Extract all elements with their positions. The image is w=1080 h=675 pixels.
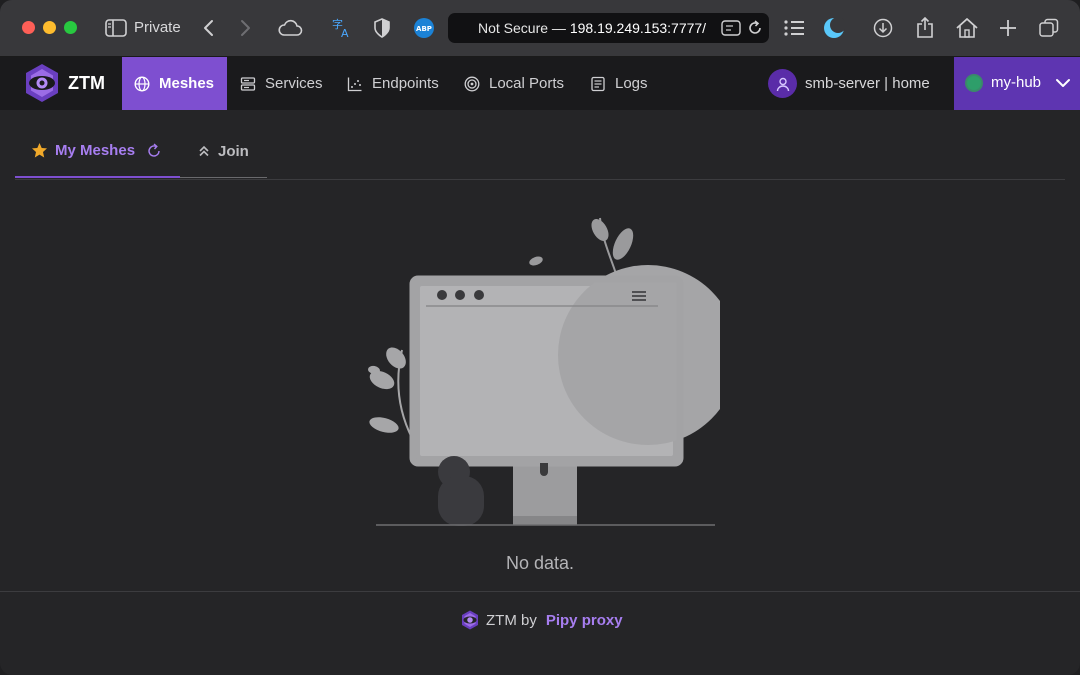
abp-icon[interactable]: ABP — [412, 14, 436, 42]
chevron-down-icon — [1056, 79, 1070, 87]
svg-text:A: A — [341, 27, 349, 39]
footer-prefix: ZTM by — [486, 611, 537, 629]
nav-item-services[interactable]: Services — [228, 57, 335, 110]
pipy-proxy-link[interactable]: Pipy proxy — [546, 612, 623, 629]
address-bar[interactable]: Not Secure — 198.19.249.153:7777/ — [448, 13, 769, 43]
tab-join[interactable]: Join — [180, 125, 267, 178]
browser-window: Private 字A ABP Not Secure — 198.19.249.1… — [0, 0, 1080, 675]
hub-selector[interactable]: my-hub — [954, 57, 1080, 110]
new-tab-icon[interactable] — [998, 14, 1018, 42]
target-icon — [464, 76, 480, 91]
empty-state-illustration — [368, 217, 720, 526]
empty-state-message: No data. — [505, 553, 575, 573]
server-icon — [240, 76, 256, 91]
close-window-button[interactable] — [22, 21, 35, 34]
minimize-window-button[interactable] — [43, 21, 56, 34]
nav-label-endpoints: Endpoints — [372, 75, 439, 92]
nav-item-endpoints[interactable]: Endpoints — [335, 57, 451, 110]
ztm-logo-icon[interactable] — [22, 63, 62, 103]
star-icon — [32, 143, 47, 158]
reload-icon[interactable] — [745, 14, 765, 42]
nav-item-local-ports[interactable]: Local Ports — [452, 57, 576, 110]
reader-icon[interactable] — [720, 14, 742, 42]
document-icon — [591, 76, 605, 91]
share-icon[interactable] — [914, 14, 936, 42]
double-chevron-up-icon — [199, 145, 209, 157]
tabs-icon[interactable] — [1038, 14, 1060, 42]
ztm-footer-logo-icon — [462, 610, 478, 630]
mesh-tabs: My Meshes Join — [15, 125, 1065, 180]
home-icon[interactable] — [955, 14, 979, 42]
tab-my-meshes[interactable]: My Meshes — [15, 125, 180, 178]
app-navbar: ZTM Meshes Services Endpoints Local Port… — [0, 57, 1080, 110]
nav-item-meshes[interactable]: Meshes — [122, 57, 227, 110]
hub-label: my-hub — [991, 74, 1042, 91]
cloud-icon[interactable] — [277, 14, 303, 42]
globe-icon — [134, 75, 150, 92]
tab-label-join: Join — [218, 142, 249, 160]
private-label: Private — [134, 19, 181, 36]
address-text: Not Secure — 198.19.249.153:7777/ — [478, 20, 707, 36]
back-icon[interactable] — [198, 14, 218, 42]
svg-text:ABP: ABP — [416, 25, 432, 33]
refresh-icon[interactable] — [146, 142, 162, 159]
nav-item-logs[interactable]: Logs — [578, 57, 660, 110]
forward-icon[interactable] — [236, 14, 256, 42]
hub-status-icon — [967, 76, 981, 90]
nav-label-local-ports: Local Ports — [489, 75, 565, 92]
list-icon[interactable] — [782, 14, 806, 42]
user-menu[interactable]: smb-server | home — [768, 67, 930, 100]
scatter-icon — [347, 77, 362, 91]
sidebar-icon[interactable] — [104, 14, 128, 42]
avatar — [768, 69, 797, 98]
download-icon[interactable] — [872, 14, 894, 42]
app-logo-text: ZTM — [68, 73, 105, 93]
tab-label-my-meshes: My Meshes — [55, 142, 136, 159]
user-icon — [776, 77, 789, 91]
nav-label-meshes: Meshes — [159, 75, 215, 92]
nav-label-services: Services — [265, 75, 323, 92]
footer: ZTM by Pipy proxy — [0, 591, 1080, 675]
nav-label-logs: Logs — [615, 75, 648, 92]
moon-icon[interactable] — [822, 14, 846, 42]
translate-icon[interactable]: 字A — [331, 14, 353, 42]
zoom-window-button[interactable] — [64, 21, 77, 34]
shield-icon[interactable] — [372, 14, 392, 42]
user-label: smb-server | home — [805, 75, 930, 92]
browser-toolbar: Private 字A ABP Not Secure — 198.19.249.1… — [0, 0, 1080, 57]
footer-credit: ZTM by Pipy proxy — [460, 610, 623, 630]
